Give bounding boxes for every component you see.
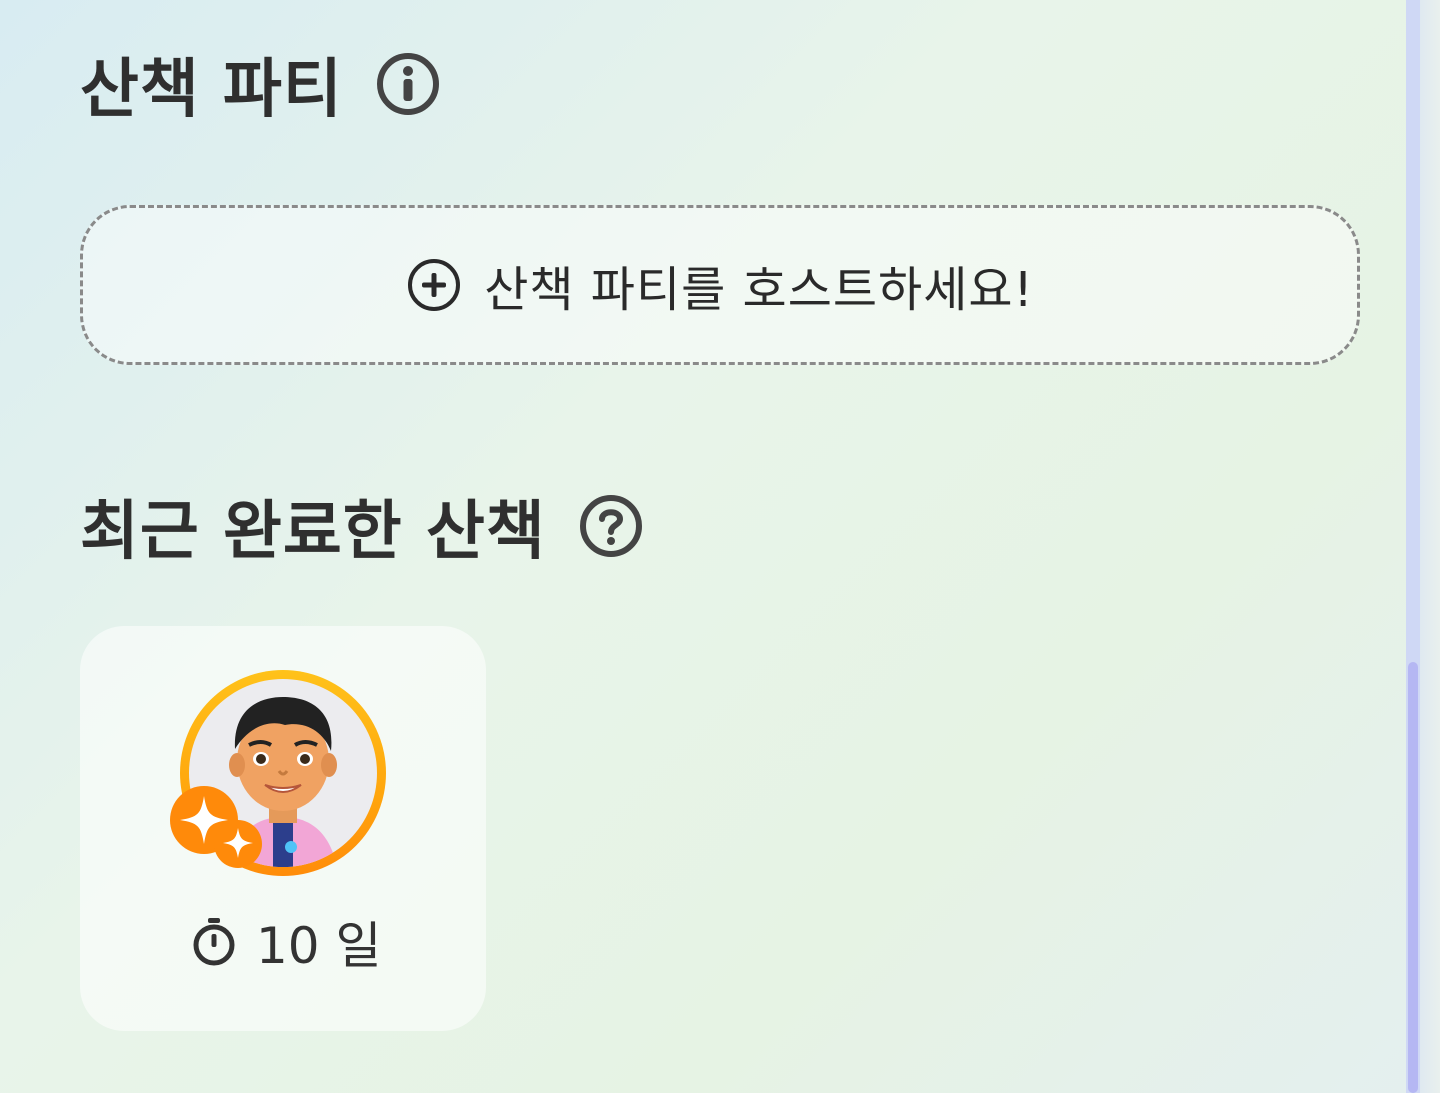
stopwatch-icon: [190, 916, 238, 968]
host-walk-party-button[interactable]: 산책 파티를 호스트하세요!: [80, 205, 1360, 365]
walk-party-heading: 산책 파티: [80, 44, 441, 127]
recent-walks-heading: 최근 완료한 산책: [80, 486, 644, 569]
walk-duration: 10 일: [190, 906, 382, 978]
window-edge: [1420, 0, 1440, 1093]
host-button-label: 산책 파티를 호스트하세요!: [484, 262, 1034, 318]
plus-circle-icon: [406, 257, 462, 313]
recent-walks-title: 최근 완료한 산책: [80, 495, 546, 569]
recent-walk-card[interactable]: 10 일: [80, 626, 486, 1031]
question-circle-icon[interactable]: [578, 493, 644, 559]
avatar: [170, 664, 396, 888]
scrollbar-thumb[interactable]: [1408, 662, 1418, 1093]
sparkle-icon: [166, 782, 266, 872]
walk-party-title: 산책 파티: [80, 53, 343, 127]
duration-label: 10 일: [256, 917, 382, 975]
info-circle-icon[interactable]: [375, 51, 441, 117]
